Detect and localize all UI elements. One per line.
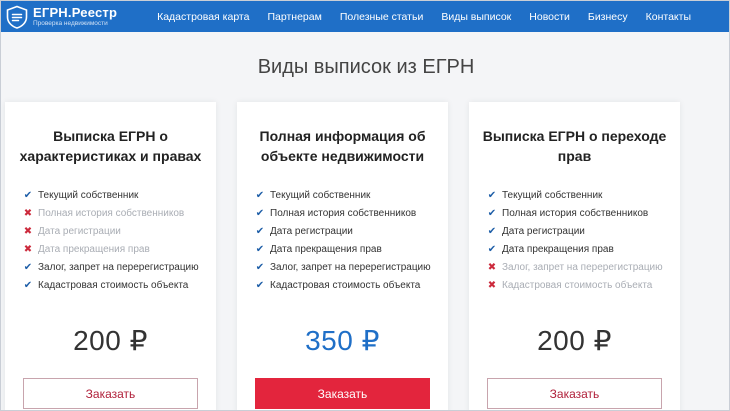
nav-cadastral-map[interactable]: Кадастровая карта: [157, 11, 249, 23]
feature-label: Кадастровая стоимость объекта: [270, 279, 421, 291]
nav-contacts[interactable]: Контакты: [646, 11, 691, 23]
card-title: Выписка ЕГРН о характеристиках и правах: [19, 128, 202, 164]
price: 200 ₽: [537, 325, 612, 356]
feature-list: ✔ Текущий собственник ✔ Полная история соб…: [485, 186, 663, 294]
logo-text: ЕГРН.Реестр Проверка недвижимости: [33, 6, 117, 28]
feature-label: Текущий собственник: [38, 189, 139, 201]
check-icon: ✔: [487, 207, 497, 219]
check-icon: ✔: [487, 243, 497, 255]
order-button-primary[interactable]: Заказать: [255, 378, 430, 409]
feature-item: ✖ Дата регистрации: [21, 222, 199, 240]
pricing-card: Выписка ЕГРН о переходе прав ✔ Текущий со…: [469, 102, 680, 410]
feature-item: ✔ Кадастровая стоимость объекта: [21, 276, 199, 294]
order-button[interactable]: Заказать: [23, 378, 198, 409]
feature-item: ✔ Дата регистрации: [485, 222, 663, 240]
check-icon: ✔: [255, 279, 265, 291]
page-title: Виды выписок из ЕГРН: [257, 56, 475, 78]
site-header: ЕГРН.Реестр Проверка недвижимости Кадаст…: [1, 1, 729, 32]
check-icon: ✔: [487, 225, 497, 237]
feature-item: ✔ Дата прекращения прав: [485, 240, 663, 258]
feature-label: Текущий собственник: [502, 189, 603, 201]
pricing-card: Выписка ЕГРН о характеристиках и правах …: [5, 102, 216, 410]
page-frame: ЕГРН.Реестр Проверка недвижимости Кадаст…: [0, 0, 730, 411]
feature-label: Дата регистрации: [270, 225, 353, 237]
check-icon: ✔: [255, 243, 265, 255]
feature-item: ✔ Текущий собственник: [21, 186, 199, 204]
feature-item: ✔ Дата прекращения прав: [253, 240, 431, 258]
check-icon: ✔: [23, 261, 33, 273]
feature-label: Залог, запрет на перерегистрацию: [270, 261, 431, 273]
feature-label: Дата прекращения прав: [502, 243, 614, 255]
cross-icon: ✖: [23, 207, 33, 219]
feature-label: Кадастровая стоимость объекта: [502, 279, 653, 291]
check-icon: ✔: [487, 189, 497, 201]
check-icon: ✔: [255, 189, 265, 201]
feature-item: ✖ Залог, запрет на перерегистрацию: [485, 258, 663, 276]
feature-item: ✖ Дата прекращения прав: [21, 240, 199, 258]
feature-label: Дата прекращения прав: [270, 243, 382, 255]
feature-item: ✔ Полная история собственников: [253, 204, 431, 222]
feature-item: ✔ Дата регистрации: [253, 222, 431, 240]
feature-item: ✔ Текущий собственник: [485, 186, 663, 204]
main-nav: Кадастровая карта Партнерам Полезные ста…: [157, 1, 691, 32]
cross-icon: ✖: [23, 225, 33, 237]
feature-item: ✖ Полная история собственников: [21, 204, 199, 222]
feature-label: Полная история собственников: [38, 207, 185, 219]
order-button[interactable]: Заказать: [487, 378, 662, 409]
feature-list: ✔ Текущий собственник ✖ Полная история соб…: [21, 186, 199, 294]
check-icon: ✔: [255, 225, 265, 237]
card-title: Выписка ЕГРН о переходе прав: [482, 128, 667, 164]
card-title: Полная информация об объекте недвижимост…: [259, 128, 426, 164]
feature-label: Дата регистрации: [38, 225, 121, 237]
feature-label: Полная история собственников: [270, 207, 417, 219]
check-icon: ✔: [23, 279, 33, 291]
nav-business[interactable]: Бизнесу: [588, 11, 628, 23]
feature-item: ✖ Кадастровая стоимость объекта: [485, 276, 663, 294]
feature-item: ✔ Кадастровая стоимость объекта: [253, 276, 431, 294]
price: 200 ₽: [73, 325, 148, 356]
cross-icon: ✖: [487, 261, 497, 273]
nav-statement-types[interactable]: Виды выписок: [441, 11, 511, 23]
feature-item: ✔ Залог, запрет на перерегистрацию: [253, 258, 431, 276]
nav-news[interactable]: Новости: [529, 11, 570, 23]
feature-item: ✔ Залог, запрет на перерегистрацию: [21, 258, 199, 276]
site-logo[interactable]: ЕГРН.Реестр Проверка недвижимости: [5, 3, 117, 30]
nav-articles[interactable]: Полезные статьи: [340, 11, 424, 23]
house-shield-icon: [6, 5, 28, 29]
feature-label: Дата прекращения прав: [38, 243, 150, 255]
feature-label: Полная история собственников: [502, 207, 649, 219]
feature-label: Кадастровая стоимость объекта: [38, 279, 189, 291]
price: 350 ₽: [305, 325, 380, 356]
feature-label: Залог, запрет на перерегистрацию: [38, 261, 199, 273]
feature-item: ✔ Полная история собственников: [485, 204, 663, 222]
feature-label: Текущий собственник: [270, 189, 371, 201]
check-icon: ✔: [255, 207, 265, 219]
feature-label: Дата регистрации: [502, 225, 585, 237]
feature-list: ✔ Текущий собственник ✔ Полная история соб…: [253, 186, 431, 294]
pricing-card-featured: Полная информация об объекте недвижимост…: [237, 102, 448, 410]
check-icon: ✔: [23, 189, 33, 201]
feature-item: ✔ Текущий собственник: [253, 186, 431, 204]
logo-title: ЕГРН.Реестр: [33, 4, 118, 20]
check-icon: ✔: [255, 261, 265, 273]
logo-subtitle: Проверка недвижимости: [33, 19, 108, 27]
feature-label: Залог, запрет на перерегистрацию: [502, 261, 663, 273]
cross-icon: ✖: [487, 279, 497, 291]
cross-icon: ✖: [23, 243, 33, 255]
nav-partners[interactable]: Партнерам: [267, 11, 321, 23]
